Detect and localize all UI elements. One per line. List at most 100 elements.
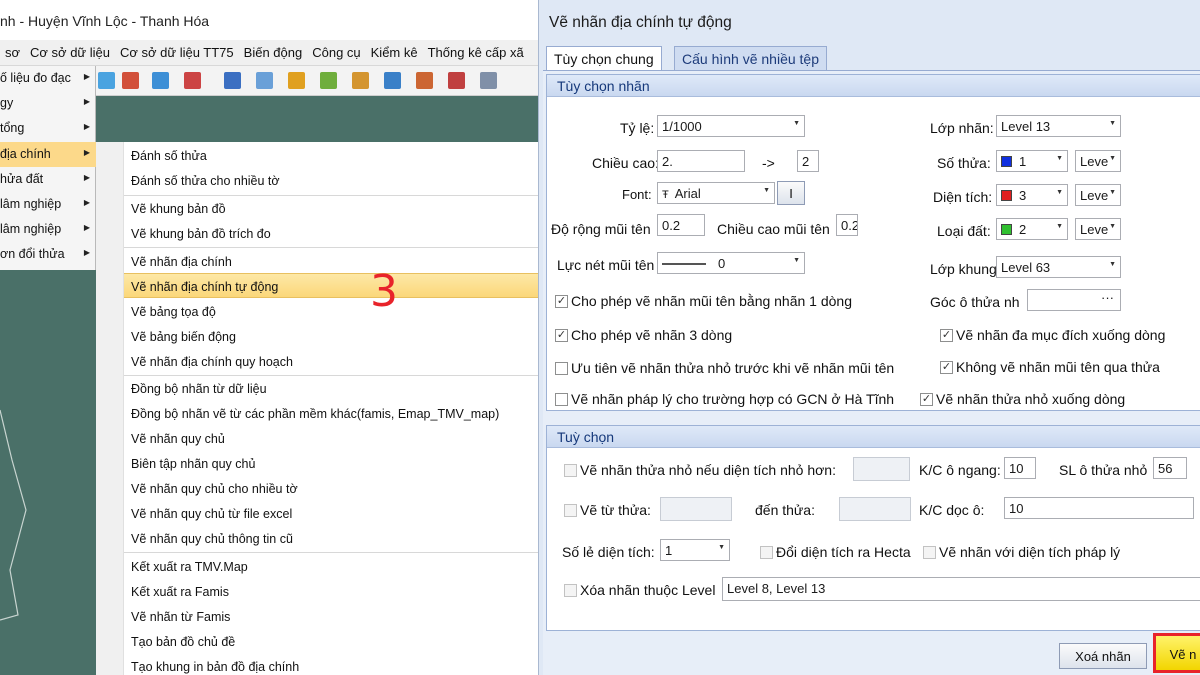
xoa-nhan-level-input[interactable]: Level 8, Level 13 — [722, 577, 1200, 601]
submenu-item[interactable]: Vẽ nhãn địa chính quy hoạch — [124, 349, 538, 374]
submenu-item[interactable]: Tạo bản đồ chủ đề — [124, 629, 538, 654]
submenu-item[interactable]: Vẽ nhãn địa chính — [124, 249, 538, 274]
tool-icon-7[interactable] — [288, 72, 305, 89]
goc-o-picker[interactable]: ··· — [1027, 289, 1121, 311]
dropdown-arrow-icon: ▼ — [718, 544, 725, 551]
tab-tuy-chon-chung[interactable]: Tùy chọn chung — [546, 46, 662, 71]
left-menu-item[interactable]: ố liệu đo đạc ▶ — [0, 66, 96, 91]
chevron-right-icon: ▶ — [83, 72, 90, 81]
tool-icon-5[interactable] — [224, 72, 241, 89]
dien-tich-nho-hon-input[interactable] — [853, 457, 910, 481]
chieu-cao-input[interactable]: 2. — [657, 150, 745, 172]
tool-icon-10[interactable] — [384, 72, 401, 89]
do-rong-input[interactable]: 0.2 — [657, 214, 705, 236]
lop-khung-select[interactable]: Level 63 ▼ — [996, 256, 1121, 278]
left-menu-item[interactable]: lâm nghiệp ▶ — [0, 192, 96, 217]
submenu-item[interactable]: Vẽ nhãn quy chủ thông tin cũ — [124, 526, 538, 551]
ty-le-select[interactable]: 1/1000 ▼ — [657, 115, 805, 137]
checkbox-nhan-3-dong[interactable]: ✓ — [555, 329, 568, 342]
submenu-item[interactable]: Kết xuất ra TMV.Map — [124, 554, 538, 579]
checkbox-ve-tu-thua[interactable] — [564, 504, 577, 517]
submenu-item[interactable]: Tạo khung in bản đồ địa chính — [124, 654, 538, 675]
chieu-cao-mui-input[interactable]: 0.2 — [836, 214, 858, 236]
den-thua-input[interactable] — [839, 497, 911, 521]
dien-tich-color-select[interactable]: 3 ▼ — [996, 184, 1068, 206]
tool-icon-11[interactable] — [416, 72, 433, 89]
checkbox-xoa-nhan-level[interactable] — [564, 584, 577, 597]
tool-icon-1[interactable] — [98, 72, 115, 89]
so-thua-level-select[interactable]: Leve ▼ — [1075, 150, 1121, 172]
submenu-item[interactable]: Đánh số thửa cho nhiều tờ — [124, 168, 538, 193]
dien-tich-level-select[interactable]: Leve ▼ — [1075, 184, 1121, 206]
checkbox-khong-mui-ten-qua-thua[interactable]: ✓ — [940, 361, 953, 374]
tool-icon-3[interactable] — [152, 72, 169, 89]
submenu-item[interactable]: Đồng bộ nhãn từ dữ liệu — [124, 376, 538, 401]
left-menu-item[interactable]: gy ▶ — [0, 91, 96, 116]
lop-nhan-select[interactable]: Level 13 ▼ — [996, 115, 1121, 137]
menu-item-bien-dong[interactable]: Biến động — [239, 40, 308, 60]
submenu-item[interactable]: Đánh số thửa — [124, 143, 538, 168]
left-menu-item[interactable]: tổng ▶ — [0, 116, 96, 141]
submenu-item[interactable]: Đồng bộ nhãn vẽ từ các phần mềm khác(fam… — [124, 401, 538, 426]
tab-content: Tùy chọn nhãn Tỷ lệ: 1/1000 ▼ Chiều cao: … — [543, 70, 1200, 675]
submenu-item[interactable]: Biên tập nhãn quy chủ — [124, 451, 538, 476]
font-select[interactable]: Ŧ Arial ▼ — [657, 182, 775, 204]
checkbox-thua-nho-xuong-dong[interactable]: ✓ — [920, 393, 933, 406]
menu-item-co-so-du-lieu-tt75[interactable]: Cơ sở dữ liệu TT75 — [115, 40, 239, 60]
tool-icon-9[interactable] — [352, 72, 369, 89]
checkbox-nhan-1-dong[interactable]: ✓ — [555, 295, 568, 308]
submenu-item[interactable]: Vẽ khung bản đồ trích đo — [124, 221, 538, 246]
tool-icon-2[interactable] — [122, 72, 139, 89]
lop-nhan-value: Level 13 — [1001, 119, 1051, 134]
tool-icon-6[interactable] — [256, 72, 273, 89]
checkbox-dien-tich-phap-ly[interactable] — [923, 546, 936, 559]
menu-item-kiem-ke[interactable]: Kiểm kê — [366, 40, 423, 60]
submenu-item-ve-nhan-dia-chinh-tu-dong[interactable]: Vẽ nhãn địa chính tự động — [124, 273, 538, 298]
menu-item-co-so-du-lieu[interactable]: Cơ sở dữ liệu — [25, 40, 115, 60]
kc-doc-input[interactable]: 10 — [1004, 497, 1194, 519]
submenu-item[interactable]: Vẽ nhãn quy chủ — [124, 426, 538, 451]
checkbox-da-muc-dich[interactable]: ✓ — [940, 329, 953, 342]
sl-o-thua-nho-input[interactable]: 56 — [1153, 457, 1187, 479]
menu-item-thong-ke-cap-xa[interactable]: Thống kê cấp xã — [423, 40, 529, 60]
submenu-item[interactable]: Vẽ nhãn quy chủ cho nhiều tờ — [124, 476, 538, 501]
submenu-item[interactable]: Vẽ nhãn quy chủ từ file excel — [124, 501, 538, 526]
submenu-item[interactable]: Vẽ bảng biến động — [124, 324, 538, 349]
menu-item-cong-cu[interactable]: Công cụ — [307, 40, 365, 60]
tab-cau-hinh-ve-nhieu-tep[interactable]: Cấu hình vẽ nhiều tệp — [674, 46, 827, 70]
checkbox-phap-ly-ha-tinh[interactable] — [555, 393, 568, 406]
map-canvas[interactable] — [0, 270, 96, 675]
ve-nhan-button[interactable]: Vẽ n — [1153, 633, 1200, 673]
left-menu-item[interactable]: hửa đất ▶ — [0, 167, 96, 192]
checkbox-uu-tien-thua-nho[interactable] — [555, 362, 568, 375]
lop-khung-label: Lớp khung — [930, 261, 997, 277]
dropdown-arrow-icon: ▼ — [1109, 155, 1116, 162]
tool-icon-4[interactable] — [184, 72, 201, 89]
left-menu-item-active[interactable]: địa chính ▶ — [0, 142, 96, 167]
luc-net-select[interactable]: 0 ▼ — [657, 252, 805, 274]
tool-icon-12[interactable] — [448, 72, 465, 89]
loai-dat-color-select[interactable]: 2 ▼ — [996, 218, 1068, 240]
submenu-item[interactable]: Vẽ bảng tọa độ — [124, 299, 538, 324]
tool-icon-13[interactable] — [480, 72, 497, 89]
left-menu-item[interactable]: ơn đổi thửa ▶ — [0, 242, 96, 267]
font-italic-button[interactable]: I — [777, 181, 805, 205]
kc-ngang-input[interactable]: 10 — [1004, 457, 1036, 479]
chieu-cao-to-input[interactable]: 2 — [797, 150, 819, 172]
menu-separator — [124, 247, 538, 248]
chevron-right-icon: ▶ — [83, 122, 90, 131]
submenu-item[interactable]: Vẽ khung bản đồ — [124, 196, 538, 221]
so-thua-color-select[interactable]: 1 ▼ — [996, 150, 1068, 172]
left-menu-item[interactable]: lâm nghiệp ▶ — [0, 217, 96, 242]
checkbox-nhan-thua-nho-neu[interactable] — [564, 464, 577, 477]
menu-item-so[interactable]: sơ — [0, 40, 25, 60]
checkbox-doi-hecta[interactable] — [760, 546, 773, 559]
xoa-nhan-button[interactable]: Xoá nhãn — [1059, 643, 1147, 669]
tool-icon-8[interactable] — [320, 72, 337, 89]
submenu-item[interactable]: Kết xuất ra Famis — [124, 579, 538, 604]
so-le-select[interactable]: 1 ▼ — [660, 539, 730, 561]
submenu-item[interactable]: Vẽ nhãn từ Famis — [124, 604, 538, 629]
tu-thua-input[interactable] — [660, 497, 732, 521]
font-type-icon: Ŧ — [662, 189, 669, 201]
loai-dat-level-select[interactable]: Leve ▼ — [1075, 218, 1121, 240]
